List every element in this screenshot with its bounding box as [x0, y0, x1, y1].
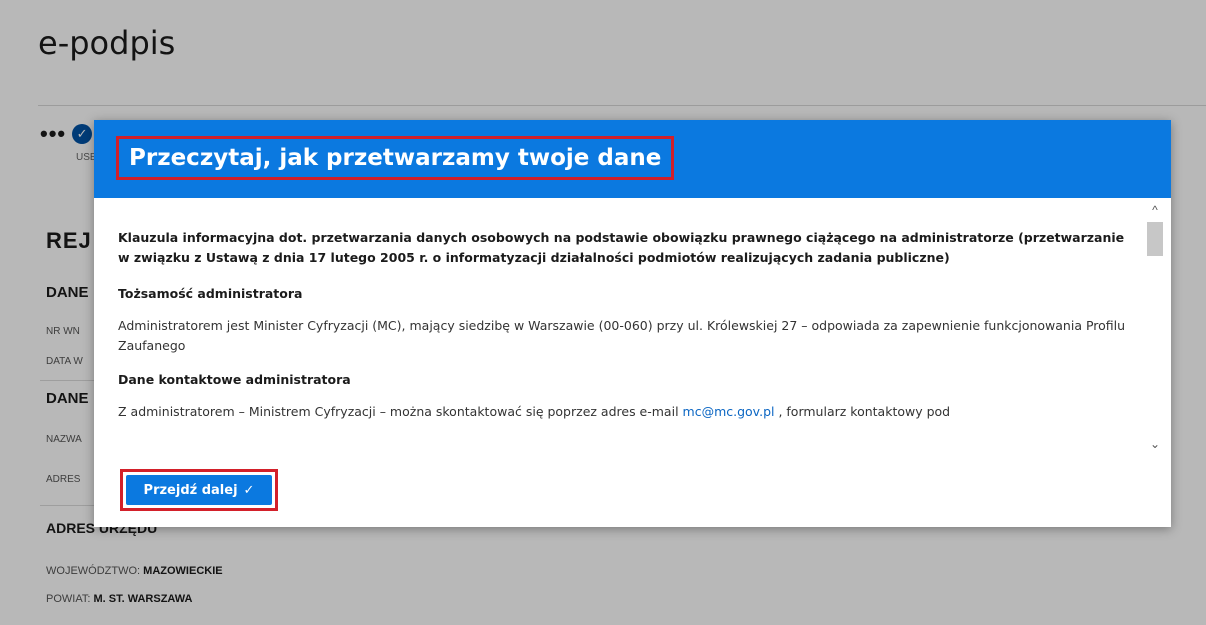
- contact-text-before: Z administratorem – Ministrem Cyfryzacji…: [118, 404, 683, 419]
- administrator-contact-text: Z administratorem – Ministrem Cyfryzacji…: [118, 402, 1138, 422]
- administrator-identity-text: Administratorem jest Minister Cyfryzacji…: [118, 318, 1126, 353]
- check-icon: ✓: [243, 482, 255, 498]
- privacy-dialog: Przeczytaj, jak przetwarzamy twoje dane …: [94, 120, 1171, 527]
- proceed-button-label: Przejdź dalej: [143, 482, 238, 498]
- dialog-title: Przeczytaj, jak przetwarzamy twoje dane: [116, 136, 675, 180]
- contact-text-after: , formularz kontaktowy pod: [774, 404, 951, 419]
- administrator-identity-heading: Tożsamość administratora: [118, 286, 303, 301]
- scroll-thumb[interactable]: [1147, 222, 1163, 256]
- clause-heading: Klauzula informacyjna dot. przetwarzania…: [118, 230, 1125, 265]
- scroll-up-icon[interactable]: ^: [1145, 202, 1165, 218]
- administrator-contact-heading: Dane kontaktowe administratora: [118, 372, 351, 387]
- dialog-content[interactable]: Klauzula informacyjna dot. przetwarzania…: [118, 228, 1138, 454]
- scroll-down-icon[interactable]: ⌄: [1145, 436, 1165, 452]
- highlight-frame: Przejdź dalej ✓: [120, 469, 278, 511]
- dialog-header: Przeczytaj, jak przetwarzamy twoje dane: [94, 120, 1171, 198]
- email-link[interactable]: mc@mc.gov.pl: [683, 404, 775, 419]
- proceed-button[interactable]: Przejdź dalej ✓: [126, 475, 272, 505]
- content-scrollbar[interactable]: ^ ⌄: [1145, 202, 1165, 452]
